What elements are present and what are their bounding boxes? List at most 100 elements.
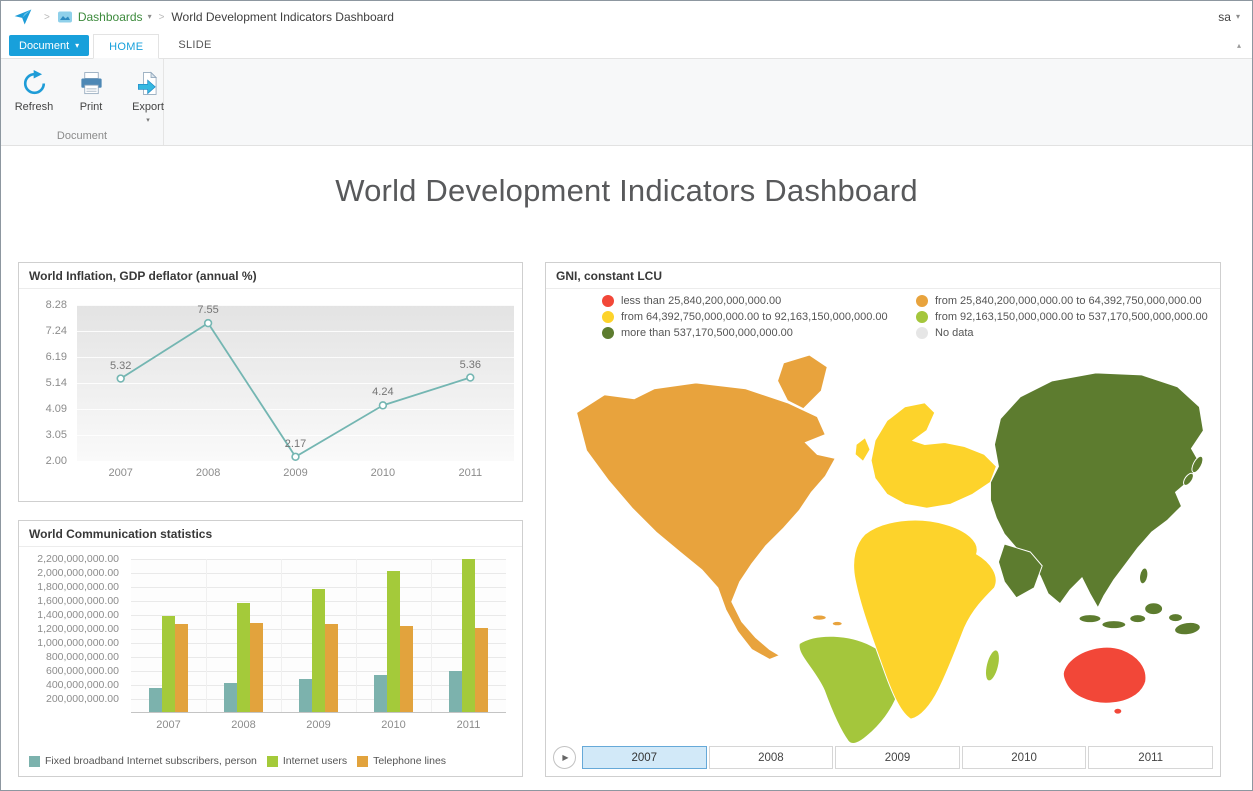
point-label: 2.17 — [285, 438, 306, 450]
y-tick-label: 1,400,000,000.00 — [37, 609, 119, 621]
bar-2009[interactable] — [299, 679, 312, 712]
page-title: World Development Indicators Dashboard — [1, 173, 1252, 209]
legend-item: No data — [916, 327, 1208, 339]
inflation-chart: 8.287.246.195.144.093.052.00 5.327.552.1… — [19, 289, 522, 501]
year-button-2007[interactable]: 2007 — [582, 746, 707, 769]
bar-2010[interactable] — [387, 571, 400, 712]
legend-item: from 92,163,150,000,000.00 to 537,170,50… — [916, 311, 1208, 323]
bar-group-2007 — [131, 559, 206, 712]
bar-2011[interactable] — [449, 671, 462, 712]
app-window: Dashboards World Development Indicators … — [0, 0, 1253, 791]
map-region-caribbean[interactable] — [832, 621, 842, 625]
legend-item: less than 25,840,200,000,000.00 — [602, 295, 902, 307]
breadcrumb-dashboards-label: Dashboards — [78, 10, 143, 24]
bar-2007[interactable] — [162, 616, 175, 712]
map-region-madagascar[interactable] — [983, 649, 1002, 683]
print-label: Print — [80, 101, 103, 113]
ribbon: Refresh Print Export Document — [1, 59, 1252, 146]
map-region-new-guinea[interactable] — [1174, 621, 1201, 636]
map-region-indonesia[interactable] — [1079, 615, 1101, 623]
map-region-north-america[interactable] — [577, 383, 836, 660]
legend-label: from 64,392,750,000,000.00 to 92,163,150… — [621, 311, 888, 323]
bar-group-2008 — [206, 559, 281, 712]
x-tick-label: 2010 — [339, 467, 426, 479]
map-region-uk[interactable] — [855, 438, 870, 462]
bar-2008[interactable] — [250, 623, 263, 712]
legend-label: No data — [935, 327, 974, 339]
collapse-ribbon-icon[interactable] — [1237, 41, 1241, 50]
legend-label: Internet users — [283, 755, 347, 767]
y-tick-label: 600,000,000.00 — [46, 665, 119, 677]
legend-color-dot — [916, 327, 928, 339]
communication-chart: 2,200,000,000.002,000,000,000.001,800,00… — [19, 547, 522, 776]
communication-legend: Fixed broadband Internet subscribers, pe… — [29, 755, 446, 767]
print-button[interactable]: Print — [70, 66, 112, 126]
bar-2008[interactable] — [237, 603, 250, 712]
bar-2011[interactable] — [475, 628, 488, 712]
year-button-2008[interactable]: 2008 — [709, 746, 834, 769]
tab-home[interactable]: HOME — [93, 34, 159, 59]
point-label: 7.55 — [197, 304, 218, 316]
app-logo-icon[interactable] — [13, 7, 33, 27]
x-tick-label: 2007 — [77, 467, 164, 479]
chevron-down-icon — [146, 116, 150, 124]
legend-label: Fixed broadband Internet subscribers, pe… — [45, 755, 257, 767]
x-tick-label: 2008 — [206, 719, 281, 731]
communication-x-axis: 20072008200920102011 — [131, 719, 506, 731]
map-region-australia[interactable] — [1063, 647, 1146, 703]
bar-2010[interactable] — [400, 626, 413, 712]
y-tick-label: 200,000,000.00 — [46, 693, 119, 705]
y-tick-label: 3.05 — [46, 429, 67, 441]
x-tick-label: 2007 — [131, 719, 206, 731]
bar-2010[interactable] — [374, 675, 387, 712]
x-tick-label: 2010 — [356, 719, 431, 731]
user-menu[interactable]: sa — [1218, 10, 1240, 24]
export-label: Export — [132, 101, 164, 113]
bar-2007[interactable] — [175, 624, 188, 712]
map-region-philippines[interactable] — [1138, 567, 1149, 584]
export-button[interactable]: Export — [127, 66, 169, 126]
map-region-tasmania[interactable] — [1114, 708, 1122, 714]
map-region-europe[interactable] — [871, 403, 996, 508]
bar-2011[interactable] — [462, 559, 475, 712]
legend-color-dot — [602, 311, 614, 323]
x-tick-label: 2011 — [427, 467, 514, 479]
breadcrumb-dashboards[interactable]: Dashboards — [57, 9, 152, 25]
y-tick-label: 5.14 — [46, 377, 67, 389]
legend-label: from 92,163,150,000,000.00 to 537,170,50… — [935, 311, 1208, 323]
legend-item: more than 537,170,500,000,000.00 — [602, 327, 902, 339]
breadcrumb-separator-icon — [44, 12, 50, 23]
x-tick-label: 2011 — [431, 719, 506, 731]
y-tick-label: 800,000,000.00 — [46, 651, 119, 663]
bar-group-2011 — [431, 559, 506, 712]
legend-color-dot — [602, 327, 614, 339]
panel-communication-title: World Communication statistics — [19, 521, 522, 547]
map-region-indonesia[interactable] — [1130, 615, 1146, 623]
map-region-caribbean[interactable] — [812, 615, 826, 620]
panel-gni-title: GNI, constant LCU — [546, 263, 1220, 289]
year-button-2009[interactable]: 2009 — [835, 746, 960, 769]
year-button-2010[interactable]: 2010 — [962, 746, 1087, 769]
map-legend: less than 25,840,200,000,000.00from 25,8… — [602, 295, 1208, 339]
breadcrumb-separator-icon — [159, 12, 165, 23]
map-region-indonesia[interactable] — [1169, 614, 1183, 622]
x-tick-label: 2008 — [164, 467, 251, 479]
legend-item: Internet users — [267, 755, 347, 767]
bar-2009[interactable] — [312, 589, 325, 712]
map-region-greenland[interactable] — [778, 355, 828, 409]
map-region-indonesia[interactable] — [1102, 621, 1126, 629]
bar-2007[interactable] — [149, 688, 162, 712]
document-menu-button[interactable]: Document — [9, 35, 89, 56]
tab-slide[interactable]: SLIDE — [163, 33, 226, 58]
panel-inflation-title: World Inflation, GDP deflator (annual %) — [19, 263, 522, 289]
map-region-indonesia[interactable] — [1145, 603, 1163, 615]
world-map — [554, 349, 1212, 747]
refresh-button[interactable]: Refresh — [13, 66, 55, 126]
bar-2008[interactable] — [224, 683, 237, 712]
bar-2009[interactable] — [325, 624, 338, 712]
point-label: 4.24 — [372, 386, 393, 398]
inflation-plot: 5.327.552.174.245.36 — [77, 305, 514, 461]
inflation-x-axis: 20072008200920102011 — [77, 467, 514, 479]
year-button-2011[interactable]: 2011 — [1088, 746, 1213, 769]
play-button[interactable] — [553, 746, 576, 769]
